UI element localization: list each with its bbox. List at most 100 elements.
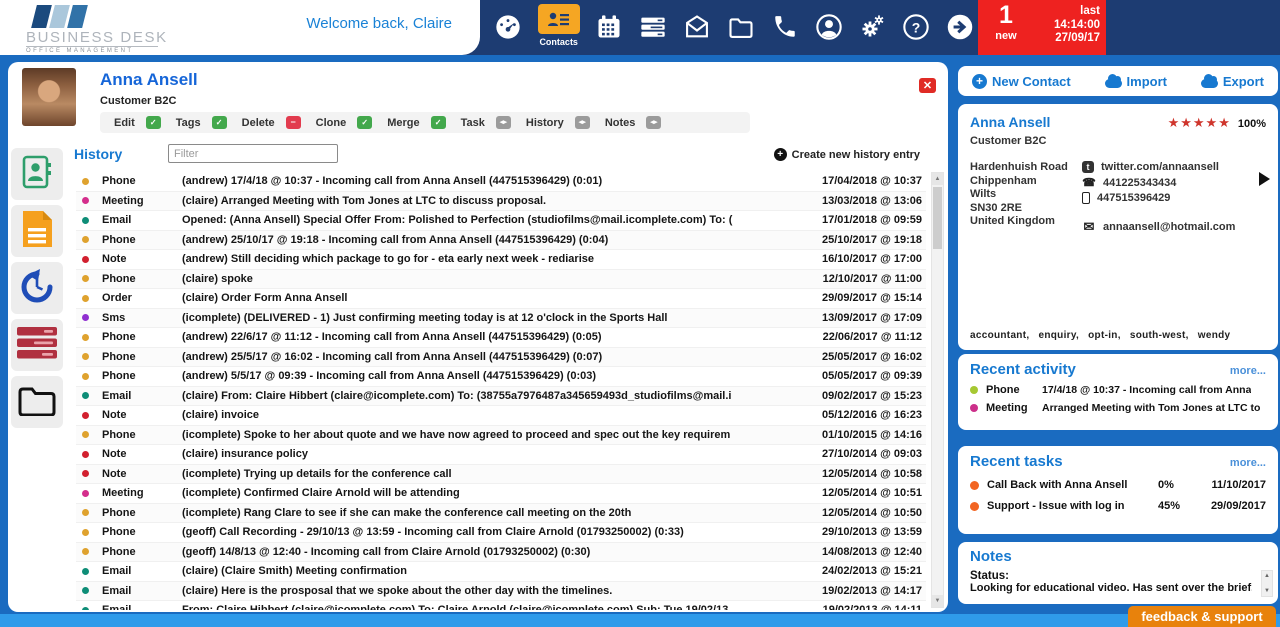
notes-scroll-down-icon[interactable]: ▼ bbox=[1264, 588, 1270, 594]
toolbar-item[interactable]: Task bbox=[461, 116, 511, 129]
notes-scrollbar[interactable]: ▲ ▼ bbox=[1261, 570, 1273, 597]
toolbar-item[interactable]: Clone bbox=[316, 116, 373, 129]
history-row[interactable]: Email (claire) From: Claire Hibbert (cla… bbox=[76, 387, 926, 407]
feedback-support-button[interactable]: feedback & support bbox=[1128, 606, 1276, 627]
history-scrollbar[interactable]: ▲ ▼ bbox=[931, 172, 944, 608]
history-row[interactable]: Note (claire) insurance policy 27/10/201… bbox=[76, 445, 926, 465]
create-history-entry-label: Create new history entry bbox=[792, 149, 920, 161]
create-history-entry-link[interactable]: + Create new history entry bbox=[774, 148, 920, 161]
recent-activity-more-link[interactable]: more... bbox=[1230, 365, 1266, 377]
toolbar-item-badge-icon[interactable] bbox=[286, 116, 301, 129]
play-icon[interactable] bbox=[1259, 172, 1270, 186]
history-row[interactable]: Phone (andrew) 17/4/18 @ 10:37 - Incomin… bbox=[76, 172, 926, 192]
nav-calendar[interactable] bbox=[594, 4, 626, 50]
scroll-down-icon[interactable]: ▼ bbox=[932, 595, 943, 607]
history-row[interactable]: Email (claire) Here is the prosposal tha… bbox=[76, 582, 926, 602]
toolbar-item-badge-icon[interactable] bbox=[357, 116, 372, 129]
nav-dashboard[interactable] bbox=[492, 4, 524, 50]
tab-history[interactable] bbox=[11, 262, 63, 314]
task-item[interactable]: Call Back with Anna Ansell 0% 11/10/2017 bbox=[970, 479, 1266, 491]
history-row[interactable]: Meeting (icomplete) Confirmed Claire Arn… bbox=[76, 484, 926, 504]
toolbar-item-label: Delete bbox=[242, 117, 275, 129]
contact-link-row[interactable]: twitter.com/annaansell bbox=[1082, 161, 1266, 173]
history-type-dot bbox=[82, 197, 89, 204]
activity-item[interactable]: Meeting Arranged Meeting with Tom Jones … bbox=[970, 402, 1266, 414]
nav-go[interactable] bbox=[944, 4, 976, 50]
toolbar-item[interactable]: Tags bbox=[176, 116, 227, 129]
action-button[interactable]: Import bbox=[1105, 74, 1167, 89]
toolbar-item[interactable]: Delete bbox=[242, 116, 301, 129]
history-row[interactable]: Email From: Claire Hibbert (claire@icomp… bbox=[76, 601, 926, 610]
scrollbar-thumb[interactable] bbox=[933, 187, 942, 249]
close-icon[interactable]: ✕ bbox=[919, 78, 936, 93]
contact-email-row[interactable]: annaansell@hotmail.com bbox=[1082, 220, 1266, 233]
toolbar-item-badge-icon[interactable] bbox=[212, 116, 227, 129]
nav-help[interactable]: ? bbox=[900, 4, 932, 50]
history-type-label: Phone bbox=[102, 507, 182, 519]
history-row[interactable]: Meeting (claire) Arranged Meeting with T… bbox=[76, 192, 926, 212]
history-row[interactable]: Phone (andrew) 5/5/17 @ 09:39 - Incoming… bbox=[76, 367, 926, 387]
contact-link-row[interactable]: 447515396429 bbox=[1082, 192, 1266, 204]
toolbar-item-badge-icon[interactable] bbox=[575, 116, 590, 129]
toolbar-item-badge-icon[interactable] bbox=[646, 116, 661, 129]
history-filter-input[interactable] bbox=[168, 144, 338, 163]
history-type-dot bbox=[82, 412, 89, 419]
scroll-up-icon[interactable]: ▲ bbox=[932, 173, 943, 185]
address-line: SN30 2RE bbox=[970, 202, 1082, 216]
toolbar-item[interactable]: Edit bbox=[114, 116, 161, 129]
history-type-label: Phone bbox=[102, 175, 182, 187]
history-row[interactable]: Phone (geoff) Call Recording - 29/10/13 … bbox=[76, 523, 926, 543]
toolbar-item-badge-icon[interactable] bbox=[146, 116, 161, 129]
nav-folder[interactable] bbox=[725, 4, 757, 50]
nav-settings[interactable] bbox=[857, 4, 889, 50]
history-row[interactable]: Phone (claire) spoke 12/10/2017 @ 11:00 bbox=[76, 270, 926, 290]
history-row[interactable]: Email (claire) (Claire Smith) Meeting co… bbox=[76, 562, 926, 582]
nav-lists[interactable] bbox=[637, 4, 669, 50]
history-type-label: Email bbox=[102, 214, 182, 226]
tab-records[interactable] bbox=[11, 319, 63, 371]
contact-link-icon bbox=[1082, 161, 1094, 173]
contact-link-row[interactable]: 441225343434 bbox=[1082, 176, 1266, 189]
history-row[interactable]: Phone (geoff) 14/8/13 @ 12:40 - Incoming… bbox=[76, 543, 926, 563]
history-type-label: Phone bbox=[102, 370, 182, 382]
history-row[interactable]: Phone (andrew) 25/5/17 @ 16:02 - Incomin… bbox=[76, 348, 926, 368]
nav-mail[interactable] bbox=[681, 4, 713, 50]
history-row[interactable]: Sms (icomplete) (DELIVERED - 1) Just con… bbox=[76, 309, 926, 329]
nav-phone[interactable] bbox=[769, 4, 801, 50]
contact-avatar bbox=[22, 68, 76, 126]
recent-tasks-more-link[interactable]: more... bbox=[1230, 457, 1266, 469]
history-type-label: Sms bbox=[102, 312, 182, 324]
history-entry-date: 12/05/2014 @ 10:51 bbox=[798, 487, 926, 499]
toolbar-item[interactable]: Notes bbox=[605, 116, 662, 129]
tab-documents[interactable] bbox=[11, 205, 63, 257]
tab-contact-details[interactable] bbox=[11, 148, 63, 200]
action-button[interactable]: New Contact bbox=[972, 74, 1071, 89]
toolbar-item[interactable]: History bbox=[526, 116, 590, 129]
history-row[interactable]: Phone (andrew) 22/6/17 @ 11:12 - Incomin… bbox=[76, 328, 926, 348]
activity-item[interactable]: Phone 17/4/18 @ 10:37 - Incoming call fr… bbox=[970, 384, 1266, 396]
nav-user[interactable] bbox=[813, 4, 845, 50]
history-type-label: Note bbox=[102, 468, 182, 480]
action-button[interactable]: Export bbox=[1201, 74, 1264, 89]
history-entry-text: (andrew) Still deciding which package to… bbox=[182, 253, 798, 265]
history-row[interactable]: Order (claire) Order Form Anna Ansell 29… bbox=[76, 289, 926, 309]
history-row[interactable]: Note (claire) invoice 05/12/2016 @ 16:23 bbox=[76, 406, 926, 426]
history-row[interactable]: Phone (icomplete) Rang Clare to see if s… bbox=[76, 504, 926, 524]
logo-subtitle: OFFICE MANAGEMENT bbox=[26, 46, 158, 54]
history-row[interactable]: Phone (andrew) 25/10/17 @ 19:18 - Incomi… bbox=[76, 231, 926, 251]
task-item[interactable]: Support - Issue with log in 45% 29/09/20… bbox=[970, 500, 1266, 512]
tab-files[interactable] bbox=[11, 376, 63, 428]
notes-scroll-up-icon[interactable]: ▲ bbox=[1264, 573, 1270, 579]
history-type-label: Phone bbox=[102, 234, 182, 246]
history-row[interactable]: Note (andrew) Still deciding which packa… bbox=[76, 250, 926, 270]
toolbar-item-badge-icon[interactable] bbox=[431, 116, 446, 129]
nav-contacts-active[interactable]: Contacts bbox=[536, 4, 582, 50]
toolbar-item[interactable]: Merge bbox=[387, 116, 445, 129]
notification-alert[interactable]: 1 new last 14:14:00 27/09/17 bbox=[978, 0, 1106, 55]
notes-status-label: Status: bbox=[970, 570, 1266, 582]
history-row[interactable]: Email Opened: (Anna Ansell) Special Offe… bbox=[76, 211, 926, 231]
history-type-label: Email bbox=[102, 604, 182, 610]
history-row[interactable]: Phone (icomplete) Spoke to her about quo… bbox=[76, 426, 926, 446]
toolbar-item-badge-icon[interactable] bbox=[496, 116, 511, 129]
history-row[interactable]: Note (icomplete) Trying up details for t… bbox=[76, 465, 926, 485]
